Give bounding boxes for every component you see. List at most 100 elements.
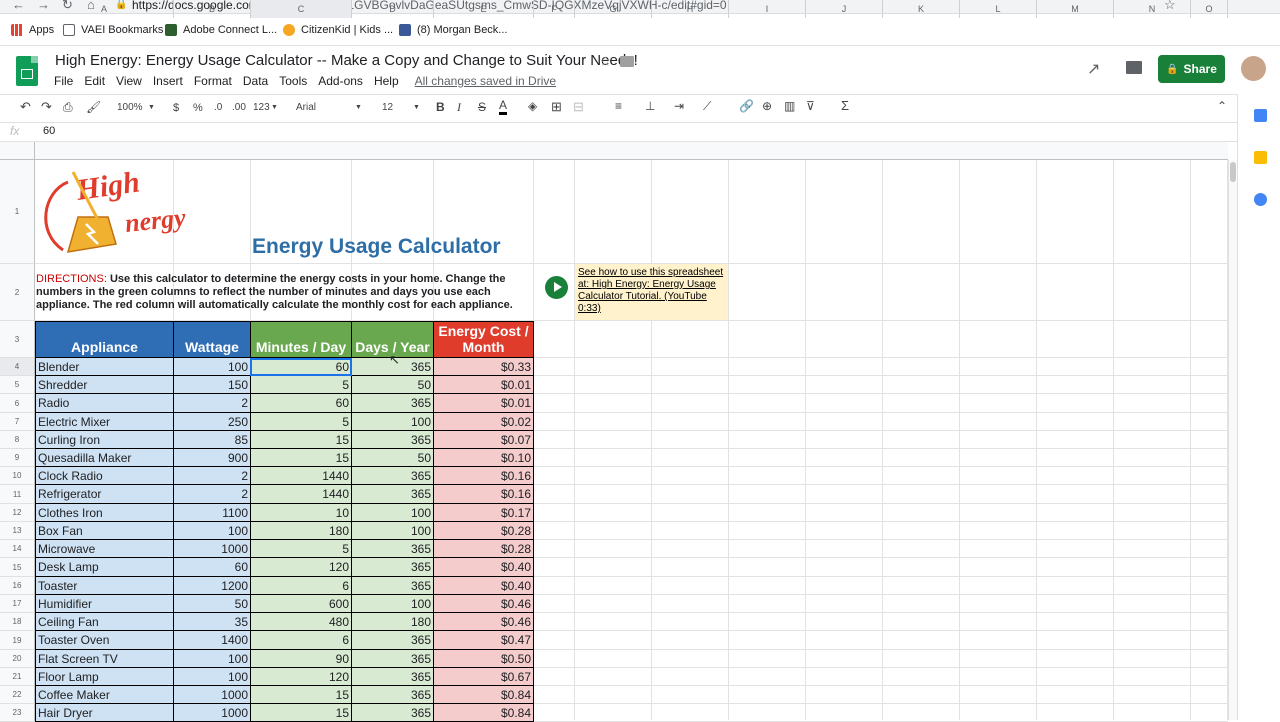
bookmark-apps[interactable]: Apps — [11, 24, 54, 36]
folder-icon[interactable] — [620, 56, 634, 67]
cell-appliance[interactable]: Clothes Iron — [35, 504, 174, 522]
cell-energy-cost[interactable]: $0.40 — [434, 577, 534, 595]
column-header-d[interactable]: D — [352, 0, 434, 18]
formula-input[interactable]: 60 — [43, 125, 55, 137]
cell-days-year[interactable]: 365 — [352, 431, 434, 449]
cell-energy-cost[interactable]: $0.46 — [434, 613, 534, 631]
cell-days-year[interactable]: 365 — [352, 577, 434, 595]
cell-days-year[interactable]: 365 — [352, 704, 434, 722]
scrollbar-thumb[interactable] — [1230, 162, 1236, 182]
row-header-17[interactable]: 17 — [0, 595, 35, 613]
align-horizontal-icon[interactable]: ≡ — [615, 99, 622, 113]
zoom-select[interactable]: 100% — [117, 102, 143, 113]
cell-wattage[interactable]: 150 — [174, 376, 251, 394]
borders-icon[interactable]: ⊞ — [551, 99, 562, 115]
cell-appliance[interactable]: Refrigerator — [35, 485, 174, 504]
save-status[interactable]: All changes saved in Drive — [415, 74, 556, 88]
cell-minutes-day[interactable]: 480 — [251, 613, 352, 631]
menu-insert[interactable]: Insert — [153, 74, 183, 88]
row-header-9[interactable]: 9 — [0, 449, 35, 467]
cell-appliance[interactable]: Desk Lamp — [35, 558, 174, 577]
cell-days-year[interactable]: 100 — [352, 595, 434, 613]
cell-wattage[interactable]: 2 — [174, 485, 251, 504]
text-wrap-icon[interactable]: ⇥ — [674, 99, 684, 113]
cell-days-year[interactable]: 365 — [352, 668, 434, 686]
cell-minutes-day[interactable]: 1440 — [251, 467, 352, 485]
back-icon[interactable]: ← — [12, 0, 25, 12]
row-header-1[interactable]: 1 — [0, 160, 35, 264]
cell-appliance[interactable]: Quesadilla Maker — [35, 449, 174, 467]
cell-energy-cost[interactable]: $0.84 — [434, 686, 534, 704]
row-header-22[interactable]: 22 — [0, 686, 35, 704]
cell-minutes-day[interactable]: 1440 — [251, 485, 352, 504]
comments-icon[interactable] — [1126, 61, 1142, 74]
cell-minutes-day[interactable]: 60 — [251, 394, 352, 413]
cell-minutes-day[interactable]: 5 — [251, 413, 352, 431]
cell-days-year[interactable]: 365 — [352, 467, 434, 485]
activity-trend-icon[interactable]: ↗ — [1087, 59, 1100, 79]
header-minutes-day[interactable]: Minutes / Day — [251, 321, 352, 358]
bookmark-adobe[interactable]: Adobe Connect L... — [165, 24, 277, 36]
column-header-n[interactable]: N — [1114, 0, 1191, 18]
cell-wattage[interactable]: 1100 — [174, 504, 251, 522]
play-video-icon[interactable] — [545, 276, 568, 299]
cell-minutes-day[interactable]: 6 — [251, 631, 352, 650]
fill-color-icon[interactable]: ◈ — [528, 99, 537, 113]
cell-days-year[interactable]: 180 — [352, 613, 434, 631]
menu-view[interactable]: View — [116, 74, 142, 88]
functions-button[interactable]: Σ — [841, 98, 849, 113]
column-header-i[interactable]: I — [729, 0, 806, 18]
column-header-g[interactable]: G — [575, 0, 652, 18]
cell-minutes-day[interactable]: 120 — [251, 558, 352, 577]
cell-appliance[interactable]: Shredder — [35, 376, 174, 394]
cell-energy-cost[interactable]: $0.16 — [434, 485, 534, 504]
row-header-4[interactable]: 4 — [0, 358, 35, 376]
menu-data[interactable]: Data — [243, 74, 268, 88]
cell-days-year[interactable]: 50 — [352, 449, 434, 467]
column-header-h[interactable]: H — [652, 0, 729, 18]
row-header-7[interactable]: 7 — [0, 413, 35, 431]
text-color-button[interactable]: A — [499, 99, 508, 115]
avatar[interactable] — [1241, 56, 1266, 81]
cell-wattage[interactable]: 100 — [174, 522, 251, 540]
cell-energy-cost[interactable]: $0.17 — [434, 504, 534, 522]
cell-minutes-day[interactable]: 5 — [251, 540, 352, 558]
cell-energy-cost[interactable]: $0.47 — [434, 631, 534, 650]
column-header-f[interactable]: F — [534, 0, 575, 18]
cell-wattage[interactable]: 100 — [174, 358, 251, 376]
font-size-select[interactable]: 12 — [382, 102, 393, 113]
cell-wattage[interactable]: 60 — [174, 558, 251, 577]
cell-minutes-day[interactable]: 180 — [251, 522, 352, 540]
vertical-scrollbar[interactable] — [1228, 160, 1237, 720]
row-header-8[interactable]: 8 — [0, 431, 35, 449]
menu-addons[interactable]: Add-ons — [318, 74, 363, 88]
row-header-13[interactable]: 13 — [0, 522, 35, 540]
column-header-j[interactable]: J — [806, 0, 883, 18]
cell-wattage[interactable]: 1200 — [174, 577, 251, 595]
cell-minutes-day[interactable]: 15 — [251, 686, 352, 704]
cell-wattage[interactable]: 50 — [174, 595, 251, 613]
cell-appliance[interactable]: Curling Iron — [35, 431, 174, 449]
cell-appliance[interactable]: Humidifier — [35, 595, 174, 613]
cell-days-year[interactable]: 100 — [352, 413, 434, 431]
cell-appliance[interactable]: Ceiling Fan — [35, 613, 174, 631]
menu-format[interactable]: Format — [194, 74, 232, 88]
select-all-corner[interactable] — [0, 142, 35, 160]
column-header-l[interactable]: L — [960, 0, 1037, 18]
row-header-12[interactable]: 12 — [0, 504, 35, 522]
cell-energy-cost[interactable]: $0.10 — [434, 449, 534, 467]
bold-button[interactable]: B — [436, 100, 445, 114]
cell-appliance[interactable]: Toaster — [35, 577, 174, 595]
formula-bar[interactable]: fx 60 — [0, 123, 1237, 142]
cell-minutes-day[interactable]: 6 — [251, 577, 352, 595]
cell-energy-cost[interactable]: $0.07 — [434, 431, 534, 449]
cell-appliance[interactable]: Toaster Oven — [35, 631, 174, 650]
paint-format-icon[interactable]: 🖌 — [86, 100, 101, 114]
cell-wattage[interactable]: 85 — [174, 431, 251, 449]
cell-appliance[interactable]: Clock Radio — [35, 467, 174, 485]
redo-icon[interactable]: ↷ — [41, 99, 52, 115]
menu-file[interactable]: File — [54, 74, 73, 88]
cell-energy-cost[interactable]: $0.02 — [434, 413, 534, 431]
menu-tools[interactable]: Tools — [279, 74, 307, 88]
cell-days-year[interactable]: 365 — [352, 650, 434, 668]
